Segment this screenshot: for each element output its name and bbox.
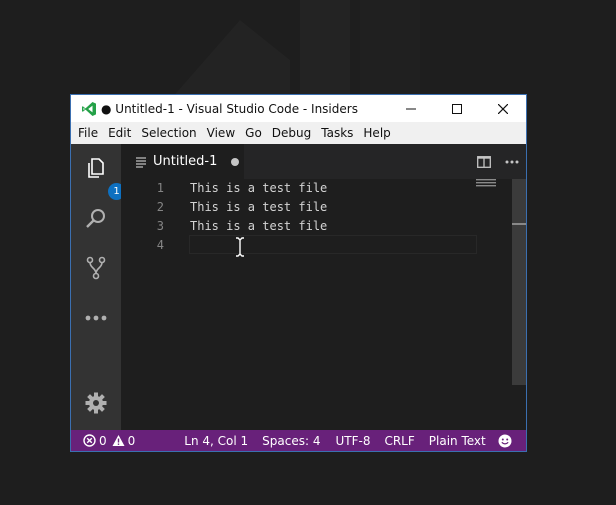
editor-area: Untitled-1 1 This is a test file 2 This … bbox=[121, 144, 526, 430]
more-button[interactable] bbox=[84, 306, 108, 330]
error-icon bbox=[83, 434, 96, 447]
explorer-button[interactable]: 1 bbox=[84, 156, 125, 200]
more-actions-button[interactable] bbox=[498, 144, 526, 179]
gear-icon bbox=[85, 392, 107, 414]
background-logo bbox=[170, 0, 420, 100]
minimize-button[interactable] bbox=[388, 95, 434, 122]
warning-icon bbox=[112, 435, 125, 446]
menu-view[interactable]: View bbox=[202, 126, 240, 140]
line-text: This is a test file bbox=[190, 181, 328, 195]
menu-bar: File Edit Selection View Go Debug Tasks … bbox=[71, 122, 526, 144]
smiley-icon bbox=[498, 434, 512, 447]
code-editor[interactable]: 1 This is a test file 2 This is a test f… bbox=[121, 179, 526, 430]
activity-bar: 1 bbox=[71, 144, 125, 430]
menu-help[interactable]: Help bbox=[358, 126, 395, 140]
minimize-icon bbox=[406, 108, 416, 109]
error-count: 0 bbox=[99, 433, 107, 448]
editor-actions bbox=[470, 144, 526, 179]
line-text: This is a test file bbox=[190, 200, 328, 214]
split-editor-button[interactable] bbox=[470, 144, 498, 179]
close-button[interactable] bbox=[480, 95, 526, 122]
maximize-button[interactable] bbox=[434, 95, 480, 122]
menu-go[interactable]: Go bbox=[240, 126, 267, 140]
explorer-icon bbox=[88, 158, 104, 178]
status-bar: 0 0 Ln 4, Col 1 Spaces: 4 UTF-8 CRLF Pla… bbox=[71, 430, 526, 451]
scrollbar-cursor-marker bbox=[512, 223, 526, 225]
more-icon bbox=[85, 315, 107, 321]
code-line: 1 This is a test file bbox=[121, 179, 526, 198]
unsaved-dot-icon[interactable] bbox=[231, 157, 240, 166]
ellipsis-icon bbox=[505, 160, 519, 163]
source-control-icon bbox=[86, 256, 106, 280]
indentation[interactable]: Spaces: 4 bbox=[262, 434, 320, 448]
warning-count: 0 bbox=[127, 433, 136, 448]
window-title: ● Untitled-1 - Visual Studio Code - Insi… bbox=[101, 101, 358, 116]
menu-file[interactable]: File bbox=[73, 126, 103, 140]
search-icon bbox=[86, 209, 105, 228]
close-icon bbox=[498, 103, 508, 114]
menu-debug[interactable]: Debug bbox=[267, 126, 316, 140]
language-mode[interactable]: Plain Text bbox=[429, 434, 486, 448]
code-line: 3 This is a test file bbox=[121, 217, 526, 236]
code-line: 2 This is a test file bbox=[121, 198, 526, 217]
file-lines-icon bbox=[136, 156, 146, 168]
tab-bar: Untitled-1 bbox=[121, 144, 526, 179]
search-button[interactable] bbox=[84, 206, 108, 230]
title-bar: ● Untitled-1 - Visual Studio Code - Insi… bbox=[71, 95, 526, 122]
problems-indicator[interactable]: 0 0 bbox=[83, 434, 135, 448]
maximize-icon bbox=[452, 103, 462, 114]
encoding[interactable]: UTF-8 bbox=[335, 434, 370, 448]
source-control-button[interactable] bbox=[84, 256, 108, 280]
line-text: This is a test file bbox=[190, 219, 328, 233]
settings-button[interactable] bbox=[84, 391, 108, 415]
tab-untitled-1[interactable]: Untitled-1 bbox=[121, 144, 244, 179]
minimap[interactable] bbox=[476, 179, 496, 187]
line-number: 1 bbox=[156, 181, 164, 195]
line-number: 2 bbox=[156, 200, 164, 214]
vscode-window: ● Untitled-1 - Visual Studio Code - Insi… bbox=[70, 94, 527, 452]
menu-edit[interactable]: Edit bbox=[103, 126, 136, 140]
tab-label: Untitled-1 bbox=[153, 154, 218, 169]
split-editor-icon bbox=[477, 155, 491, 168]
line-number: 3 bbox=[156, 219, 164, 233]
menu-selection[interactable]: Selection bbox=[136, 126, 201, 140]
end-of-line[interactable]: CRLF bbox=[384, 434, 414, 448]
menu-tasks[interactable]: Tasks bbox=[316, 126, 358, 140]
code-line: 4 bbox=[121, 236, 526, 255]
vertical-scrollbar[interactable] bbox=[512, 179, 526, 385]
text-cursor-icon bbox=[236, 237, 244, 257]
cursor-position[interactable]: Ln 4, Col 1 bbox=[184, 434, 248, 448]
line-number: 4 bbox=[156, 238, 164, 252]
feedback-button[interactable] bbox=[498, 434, 512, 448]
vscode-insiders-logo bbox=[82, 101, 96, 116]
